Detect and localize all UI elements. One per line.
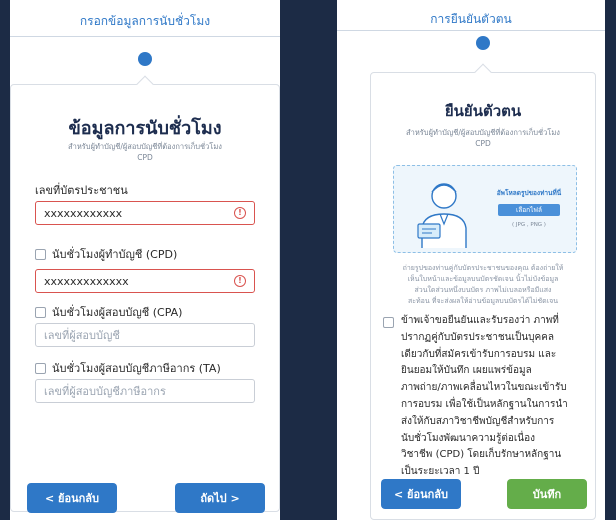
cpa-input[interactable]: เลขที่ผู้สอบบัญชี	[35, 323, 255, 347]
choose-file-button[interactable]: เลือกไฟล์	[498, 204, 560, 216]
card-subtitle: สำหรับผู้ทำบัญชี/ผู้สอบบัญชีที่ต้องการเก…	[381, 127, 585, 149]
consent-text: ข้าพเจ้าขอยืนยันและรับรองว่า ภาพที่ ปราก…	[401, 313, 593, 481]
card-subtitle-line-1: สำหรับผู้ทำบัญชี/ผู้สอบบัญชีที่ต้องการเก…	[406, 128, 560, 137]
cpa-label: นับชั่วโมงผู้สอบบัญชี (CPA)	[52, 306, 183, 319]
card-subtitle-line-2: CPD	[475, 139, 491, 148]
step-divider	[10, 36, 280, 37]
instruction-line: สะท้อน ที่จะส่งผลให้อ่านข้อมูลบนบัตรได้ไ…	[407, 297, 559, 305]
card-notch	[474, 63, 492, 81]
consent-line: ส่งให้กับสภาวิชาชีพบัญชีสำหรับการ	[401, 415, 555, 427]
id-card-value: xxxxxxxxxxxx	[44, 206, 123, 220]
cpa-checkbox-row[interactable]: นับชั่วโมงผู้สอบบัญชี (CPA)	[35, 303, 182, 321]
error-icon: !	[234, 207, 246, 219]
error-icon: !	[234, 275, 246, 287]
consent-line: ปรากฏคู่กับบัตรประชาชนเป็นบุคคล	[401, 331, 554, 343]
verify-card: ยืนยันตัวตน สำหรับผู้ทำบัญชี/ผู้สอบบัญชี…	[370, 63, 596, 520]
cpa-placeholder: เลขที่ผู้สอบบัญชี	[44, 329, 120, 342]
consent-checkbox[interactable]	[383, 317, 394, 328]
consent-line: ยินยอมให้บันทึก เผยแพร่ข้อมูล	[401, 365, 532, 377]
instruction-line: ส่วนใดส่วนหนึ่งบนบัตร ภาพไม่เบลอหรือมีแส…	[414, 286, 552, 294]
cpd-checkbox-row[interactable]: นับชั่วโมงผู้ทำบัญชี (CPD)	[35, 245, 177, 263]
consent-line: ข้าพเจ้าขอยืนยันและรับรองว่า ภาพที่	[401, 315, 559, 326]
back-button[interactable]: < ย้อนกลับ	[27, 483, 117, 513]
step-title: การยืนยันตัวตน	[430, 12, 512, 26]
consent-line: วิชาชีพ (CPD) โดยเก็บรักษาหลักฐาน	[401, 449, 562, 461]
id-card-label: เลขที่บัตรประชาชน	[35, 184, 128, 197]
card-subtitle-line-1: สำหรับผู้ทำบัญชี/ผู้สอบบัญชีที่ต้องการเก…	[68, 142, 222, 151]
consent-line: นับชั่วโมงพัฒนาความรู้ต่อเนื่อง	[401, 432, 536, 444]
step-divider	[337, 30, 605, 31]
consent-line: เดียวกับที่สมัครเข้ารับการอบรม และ	[401, 348, 557, 360]
cpd-checkbox[interactable]	[35, 248, 46, 260]
upload-title: อัพโหลดรูปของท่านที่นี่	[496, 189, 562, 197]
card-title: ข้อมูลการนับชั่วโมง	[68, 118, 222, 139]
cpd-input[interactable]: xxxxxxxxxxxxx !	[35, 269, 255, 293]
person-with-id-card-icon	[417, 183, 467, 248]
cpd-label: นับชั่วโมงผู้ทำบัญชี (CPD)	[52, 248, 178, 261]
card-subtitle: สำหรับผู้ทำบัญชี/ผู้สอบบัญชีที่ต้องการเก…	[31, 141, 259, 163]
consent-line: ภาพถ่าย/ภาพเคลื่อนไหวในขณะเข้ารับ	[401, 382, 567, 394]
step-indicator-dot	[476, 36, 490, 50]
ta-label: นับชั่วโมงผู้สอบบัญชีภาษีอากร (TA)	[52, 362, 221, 375]
card-subtitle-line-2: CPD	[137, 153, 153, 162]
cpa-checkbox[interactable]	[35, 306, 46, 318]
card-notch	[136, 75, 154, 93]
form-card: ข้อมูลการนับชั่วโมง สำหรับผู้ทำบัญชี/ผู้…	[10, 75, 280, 513]
step-title: กรอกข้อมูลการนับชั่วโมง	[79, 14, 211, 28]
photo-instructions: ถ่ายรูปของท่านคู่กับบัตรประชาชนของคุณ ต้…	[377, 263, 589, 307]
step-indicator-dot	[138, 52, 152, 66]
ta-checkbox-row[interactable]: นับชั่วโมงผู้สอบบัญชีภาษีอากร (TA)	[35, 359, 221, 377]
id-card-input[interactable]: xxxxxxxxxxxx !	[35, 201, 255, 225]
verify-screen: การยืนยันตัวตน ยืนยันตัวตน สำหรับผู้ทำบั…	[337, 0, 605, 520]
instruction-line: เห็นใบหน้าและข้อมูลบนบัตรชัดเจน นิ้วไม่บ…	[407, 275, 559, 283]
next-button[interactable]: ถัดไป >	[175, 483, 265, 513]
photo-upload-area[interactable]: อัพโหลดรูปของท่านที่นี่ เลือกไฟล์ ( JPG …	[393, 165, 577, 253]
save-button[interactable]: บันทึก	[507, 479, 587, 509]
instruction-line: ถ่ายรูปของท่านคู่กับบัตรประชาชนของคุณ ต้…	[402, 264, 564, 272]
ta-placeholder: เลขที่ผู้สอบบัญชีภาษีอากร	[44, 385, 166, 398]
cpd-value: xxxxxxxxxxxxx	[44, 274, 129, 288]
ta-checkbox[interactable]	[35, 362, 46, 374]
back-button[interactable]: < ย้อนกลับ	[381, 479, 461, 509]
form-screen: กรอกข้อมูลการนับชั่วโมง ข้อมูลการนับชั่ว…	[10, 0, 280, 520]
ta-input[interactable]: เลขที่ผู้สอบบัญชีภาษีอากร	[35, 379, 255, 403]
consent-line: การอบรม เพื่อใช้เป็นหลักฐานในการนำ	[401, 398, 568, 410]
card-title: ยืนยันตัวตน	[444, 102, 522, 120]
file-types: ( JPG , PNG )	[512, 222, 546, 228]
